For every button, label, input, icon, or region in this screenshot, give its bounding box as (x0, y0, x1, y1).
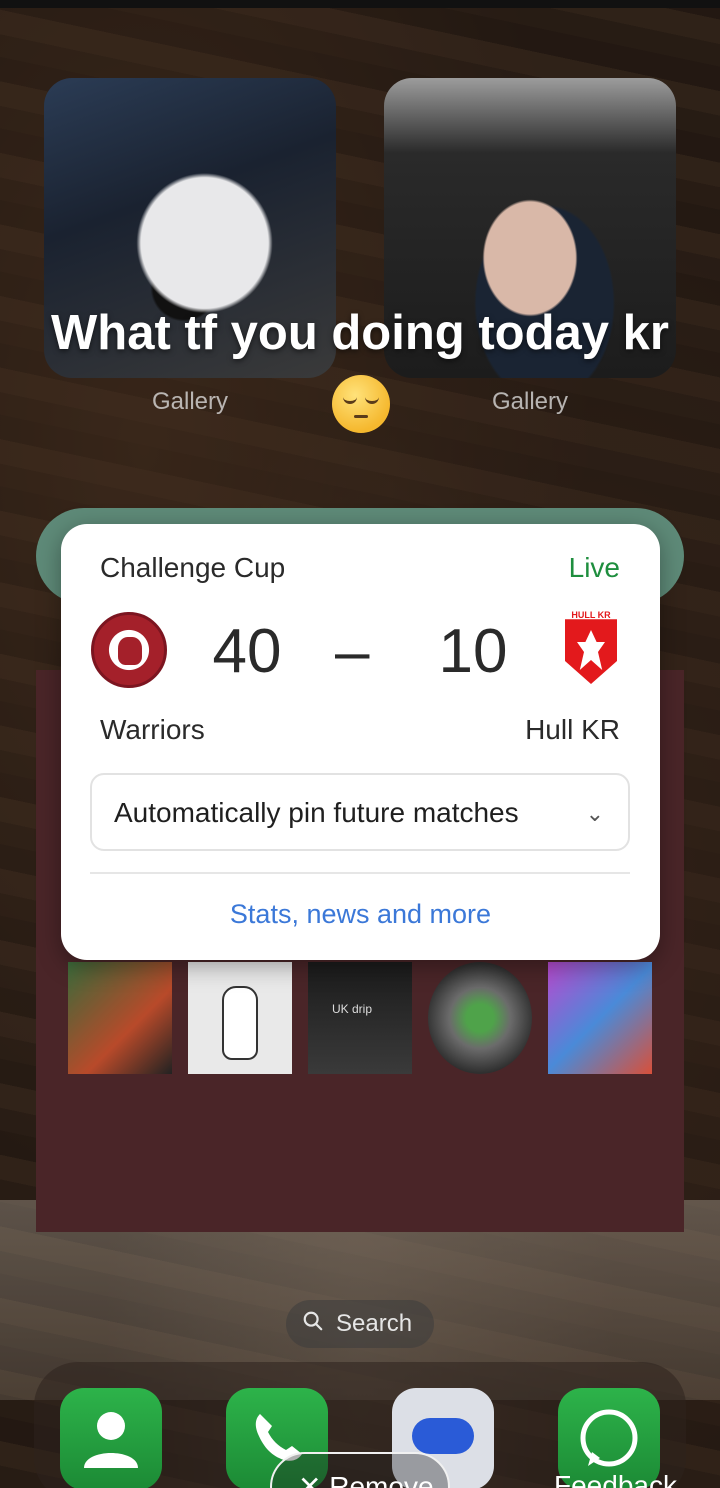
search-icon (303, 1311, 323, 1331)
thumbnail[interactable] (428, 962, 532, 1074)
search-label: Search (336, 1310, 413, 1337)
thumbnail[interactable] (188, 962, 292, 1074)
hull-kr-crest-label: HULL KR (571, 610, 611, 620)
card-divider (90, 872, 630, 874)
match-card[interactable]: Challenge Cup Live 40 – 10 HULL KR Warri… (61, 524, 660, 960)
stats-news-link[interactable]: Stats, news and more (61, 899, 660, 930)
away-team-name: Hull KR (525, 714, 620, 745)
status-bar (0, 0, 720, 8)
competition-name: Challenge Cup (100, 552, 286, 583)
pin-matches-label: Automatically pin future matches (114, 797, 519, 828)
home-team-name: Warriors (100, 714, 205, 745)
remove-widget-button[interactable]: ✕ Remove (270, 1452, 450, 1488)
feedback-button[interactable]: Feedback (554, 1470, 677, 1488)
contacts-app[interactable] (60, 1388, 162, 1488)
search-pill[interactable]: Search (286, 1300, 434, 1348)
thumbnail-strip: UK drip (68, 962, 656, 1074)
live-status-badge: Live (568, 552, 620, 583)
thumbnail-caption: UK drip (332, 1002, 373, 1016)
thumbnail[interactable] (548, 962, 652, 1074)
home-score: 40 (212, 617, 282, 686)
chevron-down-icon: ⌄ (585, 801, 604, 826)
remove-label-text: Remove (329, 1471, 434, 1488)
thumbnail[interactable]: UK drip (308, 962, 412, 1074)
contacts-icon (84, 1412, 138, 1468)
overlay-message: What tf you doing today kr (40, 296, 680, 444)
away-score: 10 (438, 617, 508, 686)
wigan-warriors-crest-icon (91, 612, 167, 688)
remove-label: ✕ Remove (298, 1470, 434, 1488)
pin-matches-dropdown[interactable]: Automatically pin future matches ⌄ (90, 773, 630, 851)
overlay-message-text: What tf you doing today kr (51, 306, 669, 360)
thumbnail[interactable] (68, 962, 172, 1074)
rolling-eyes-emoji-icon (332, 375, 390, 433)
score-separator: – (335, 617, 370, 686)
middle-finger-icon (222, 986, 258, 1060)
